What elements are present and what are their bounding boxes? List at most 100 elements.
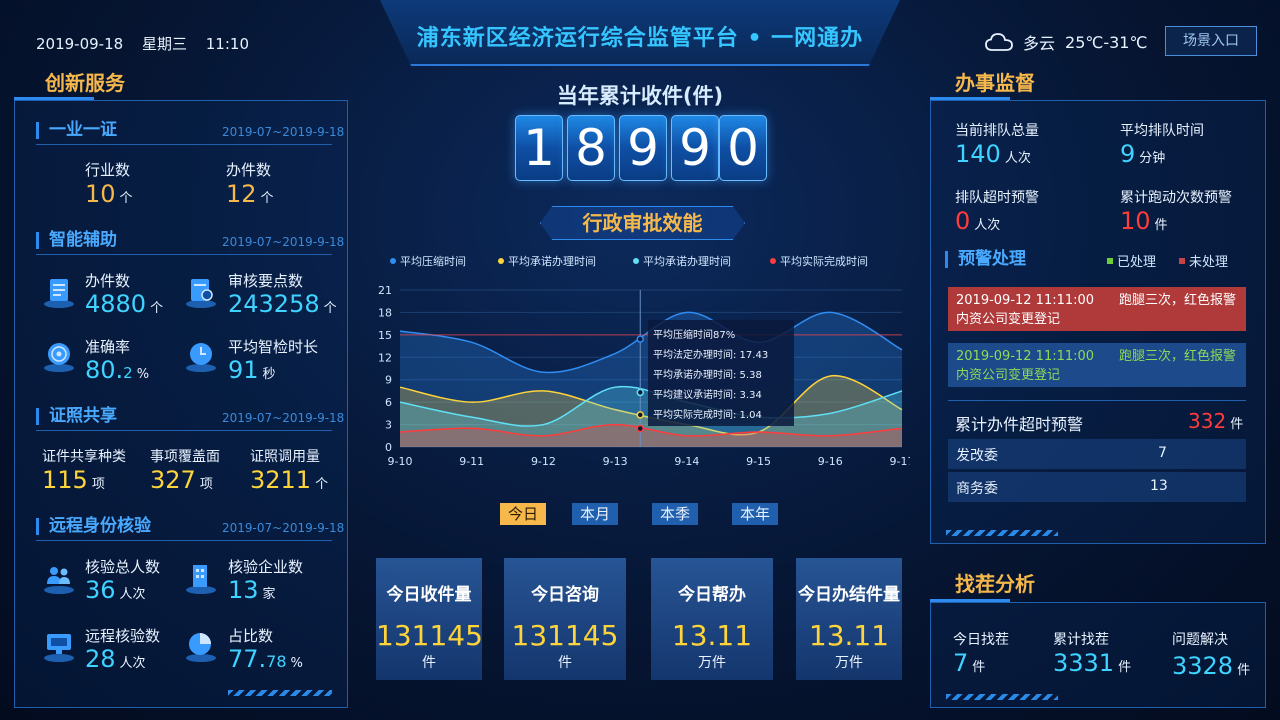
case-count-label: 办件数 — [226, 161, 272, 179]
value: 243258 — [228, 290, 320, 318]
unit: 人次 — [119, 656, 146, 671]
counter-digit: 9 — [671, 115, 719, 181]
legend-dot — [498, 258, 504, 264]
total-issue-value: 3331 件 — [1053, 649, 1131, 677]
unit: 个 — [315, 477, 329, 492]
legend-dot — [770, 258, 776, 264]
supervision-title: 办事监督 — [955, 71, 1035, 95]
alert-row-unhandled[interactable]: 2019-09-12 11:11:00 跑腿三次，红色报警 内资公司变更登记 — [948, 287, 1246, 331]
legend-label: 平均承诺办理时间 — [643, 255, 731, 268]
tooltip-line: 平均实际完成时间: 1.04 — [653, 410, 762, 421]
queue-overtime-value: 0 人次 — [955, 207, 1000, 235]
legend-item[interactable]: 平均承诺办理时间 — [633, 253, 731, 269]
building-icon — [186, 565, 216, 594]
verify-companies-value: 13 家 — [228, 576, 276, 604]
cloud-icon — [985, 33, 1013, 51]
x-tick-label: 9-15 — [746, 455, 771, 468]
x-tick-label: 9-12 — [531, 455, 556, 468]
value: 80. — [85, 356, 124, 384]
card-value: 13.11 — [671, 619, 753, 652]
value: 13 — [228, 576, 259, 604]
alert-message: 跑腿三次，红色报警 — [1118, 349, 1236, 364]
unit: 个 — [323, 301, 337, 316]
alert-desc: 内资公司变更登记 — [956, 368, 1061, 383]
card-title: 今日收件量 — [386, 585, 472, 605]
avg-queue-time-label: 平均排队时间 — [1120, 123, 1204, 139]
x-tick-label: 9-13 — [603, 455, 628, 468]
industry-count-value: 10 个 — [85, 180, 133, 208]
verify-people-label: 核验总人数 — [85, 558, 161, 576]
value: 10 — [1120, 207, 1151, 235]
value: 3331 — [1053, 649, 1115, 677]
value: 115 — [42, 466, 88, 494]
period-today-button[interactable]: 今日 — [500, 503, 546, 525]
alert-desc: 内资公司变更登记 — [956, 312, 1061, 327]
card-value: 131145 — [511, 619, 619, 652]
tooltip-line: 平均法定办理时间: 17.43 — [653, 350, 769, 361]
value: 4880 — [85, 290, 147, 318]
value: 3328 — [1172, 652, 1234, 680]
period-month-button[interactable]: 本月 — [572, 503, 618, 525]
legend-label: 平均实际完成时间 — [780, 255, 868, 268]
legend-label: 平均承诺办理时间 — [508, 255, 596, 268]
card-value: 131145 — [376, 619, 483, 652]
tooltip-line: 平均建议承诺时间: 3.34 — [653, 390, 762, 401]
verify-companies-label: 核验企业数 — [228, 558, 304, 576]
value: 3211 — [250, 466, 312, 494]
verify-people-value: 36 人次 — [85, 576, 146, 604]
legend-todo: 未处理 — [1179, 251, 1228, 270]
legend-label: 已处理 — [1117, 255, 1157, 270]
legend-item[interactable]: 平均承诺办理时间 — [498, 253, 596, 269]
legend-item[interactable]: 平均压缩时间 — [390, 253, 466, 269]
stat-card: 今日办结件量 13.11 万件 — [796, 558, 902, 680]
stat-card: 今日帮办 13.11 万件 — [651, 558, 773, 680]
tooltip-line: 平均承诺办理时间: 5.38 — [653, 370, 762, 381]
page-title: 浦东新区经济运行综合监管平台 • 一网通办 — [416, 26, 864, 51]
review-points-label: 审核要点数 — [228, 272, 304, 290]
card-unit: 件 — [422, 655, 436, 671]
counter-digit: 8 — [567, 115, 615, 181]
scene-entry-button[interactable]: 场景入口 — [1165, 26, 1257, 56]
efficiency-chart[interactable]: 0 3 6 9 12 15 18 21 9-10 9-11 9-12 9-13 9-14 9-15 9-16… — [370, 280, 910, 475]
overdue-row[interactable]: 发改委 7 — [948, 439, 1246, 469]
overdue-row[interactable]: 商务委 13 — [948, 472, 1246, 502]
divider — [36, 144, 332, 145]
review-points-value: 243258 个 — [228, 290, 337, 318]
legend-item[interactable]: 平均实际完成时间 — [770, 253, 868, 269]
value: 91 — [228, 356, 259, 384]
unit: 项 — [199, 477, 213, 492]
dept-name: 发改委 — [956, 448, 998, 464]
value: 332 — [1188, 409, 1227, 433]
unit: 件 — [1154, 218, 1168, 233]
period-year-button[interactable]: 本年 — [732, 503, 778, 525]
stat-card: 今日咨询 131145 件 — [504, 558, 626, 680]
ratio-value: 77.78% — [228, 645, 303, 673]
counter-digit: 0 — [719, 115, 767, 181]
divider — [36, 540, 332, 541]
y-tick-label: 15 — [378, 329, 392, 342]
queue-total-label: 当前排队总量 — [955, 123, 1039, 139]
alert-header: 2019-09-12 11:11:00 跑腿三次，红色报警 — [956, 347, 1238, 366]
alert-row-handled[interactable]: 2019-09-12 11:11:00 跑腿三次，红色报警 内资公司变更登记 — [948, 343, 1246, 387]
case-count-value: 12 个 — [226, 180, 274, 208]
unit: 个 — [260, 191, 274, 206]
legend-dot — [633, 258, 639, 264]
y-tick-label: 9 — [385, 374, 392, 387]
avg-check-time-label: 平均智检时长 — [228, 338, 319, 356]
legend-done: 已处理 — [1107, 251, 1156, 270]
avg-check-time-value: 91 秒 — [228, 356, 276, 384]
remote-verify-count-label: 远程核验数 — [85, 627, 161, 645]
y-tick-label: 18 — [378, 306, 392, 319]
one-license-date: 2019-07~2019-9-18 — [222, 125, 345, 139]
clock-icon — [186, 343, 216, 372]
left-panel — [14, 97, 348, 708]
dept-count: 13 — [1150, 478, 1168, 494]
period-quarter-button[interactable]: 本季 — [652, 503, 698, 525]
ratio-label: 占比数 — [228, 627, 274, 645]
legend-label: 未处理 — [1189, 255, 1229, 270]
weather: 多云 25℃-31℃ — [985, 30, 1147, 54]
counter-digit: 1 — [515, 115, 563, 181]
unit: % — [136, 367, 150, 382]
datetime: 2019-09-18 星期三 11:10 — [36, 33, 263, 54]
y-tick-label: 12 — [378, 351, 392, 364]
